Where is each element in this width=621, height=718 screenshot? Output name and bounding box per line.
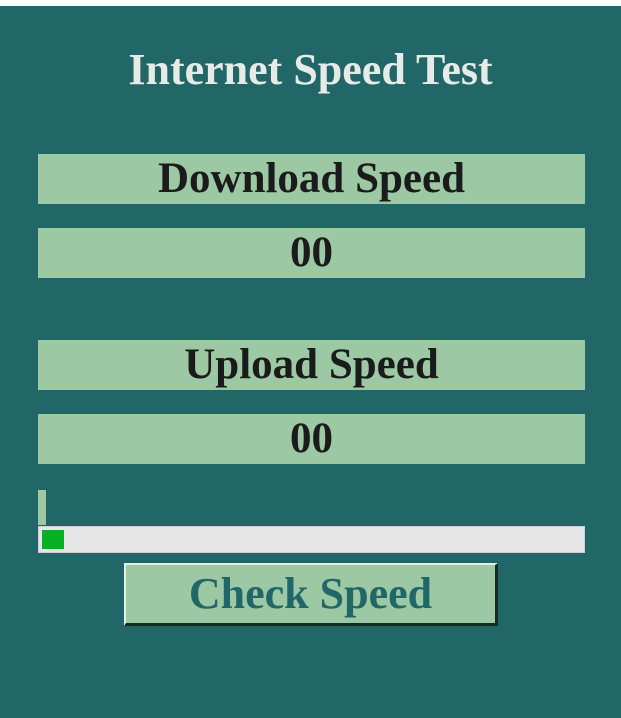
check-speed-button[interactable]: Check Speed [124, 563, 498, 626]
progress-tick-marker [38, 490, 46, 525]
download-speed-label: Download Speed [38, 154, 585, 204]
app-title: Internet Speed Test [128, 45, 493, 94]
progress-bar-fill [42, 530, 64, 549]
app-window: Internet Speed Test Download Speed 00 Up… [0, 6, 621, 718]
upload-speed-value: 00 [38, 414, 585, 464]
progress-bar [38, 526, 585, 553]
download-speed-value: 00 [38, 228, 585, 278]
upload-speed-label: Upload Speed [38, 340, 585, 390]
